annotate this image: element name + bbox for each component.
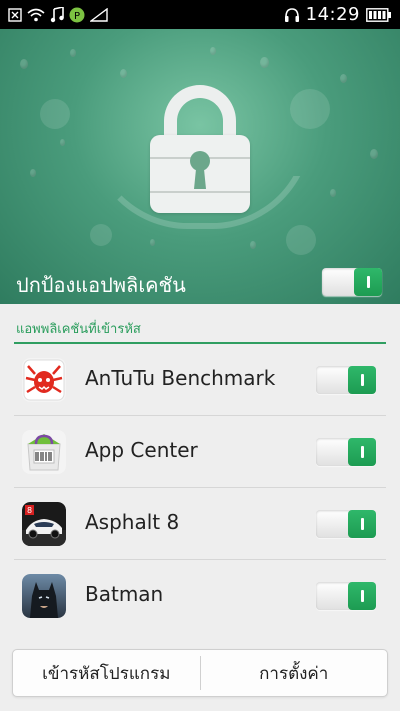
bokeh-decoration (286, 225, 316, 255)
status-right-icons: 14:29 (284, 4, 392, 25)
app-protection-toggle[interactable] (322, 268, 382, 296)
app-row-asphalt-8[interactable]: 8 Asphalt 8 (14, 488, 386, 560)
app-name: AnTuTu Benchmark (85, 366, 276, 390)
app-name: Batman (85, 582, 164, 606)
toggle-knob (354, 268, 382, 296)
headphones-icon (284, 7, 300, 23)
raindrop-decoration (250, 241, 256, 249)
batman-icon (22, 574, 66, 618)
status-left-icons: P (8, 6, 108, 23)
raindrop-decoration (260, 57, 269, 68)
toggle-knob (348, 438, 376, 466)
raindrop-decoration (60, 139, 65, 146)
p-badge-icon: P (69, 7, 85, 23)
raindrop-decoration (30, 169, 36, 177)
raindrop-decoration (20, 59, 28, 69)
close-box-icon (8, 7, 22, 22)
raindrop-decoration (370, 149, 378, 159)
app-name: Asphalt 8 (85, 510, 180, 534)
app-center-icon (22, 430, 66, 474)
wifi-icon (27, 8, 45, 22)
toggle-knob (348, 366, 376, 394)
app-lock-toggle-app-center[interactable] (316, 438, 376, 466)
bokeh-decoration (290, 89, 330, 129)
lock-icon (150, 85, 250, 213)
asphalt-8-icon: 8 (22, 502, 66, 546)
svg-text:P: P (74, 11, 80, 22)
app-lock-toggle-antutu[interactable] (316, 366, 376, 394)
antutu-icon (22, 358, 66, 402)
raindrop-decoration (210, 47, 216, 55)
toggle-knob (348, 582, 376, 610)
raindrop-decoration (120, 69, 127, 78)
music-note-icon (50, 6, 64, 23)
raindrop-decoration (70, 49, 76, 57)
signal-icon (90, 7, 108, 22)
status-bar: P 14:29 (0, 0, 400, 29)
svg-text:8: 8 (27, 506, 32, 515)
app-row-batman[interactable]: Batman (14, 560, 386, 632)
section-header: แอพพลิเคชันที่เข้ารหัส (16, 322, 141, 337)
hero-banner: ปกป้องแอปพลิเคชัน (0, 29, 400, 304)
bottom-button-bar: เข้ารหัสโปรแกรม การตั้งค่า (12, 649, 388, 697)
raindrop-decoration (330, 189, 336, 197)
battery-icon (366, 7, 392, 22)
bokeh-decoration (90, 224, 112, 246)
app-row-antutu[interactable]: AnTuTu Benchmark (14, 344, 386, 416)
app-lock-toggle-asphalt-8[interactable] (316, 510, 376, 538)
bokeh-decoration (40, 99, 70, 129)
app-name: App Center (85, 438, 198, 462)
encrypt-program-button[interactable]: เข้ารหัสโปรแกรม (13, 650, 200, 696)
raindrop-decoration (340, 74, 347, 83)
raindrop-decoration (150, 239, 155, 246)
app-row-app-center[interactable]: App Center (14, 416, 386, 488)
status-time: 14:29 (305, 4, 360, 25)
app-protection-title: ปกป้องแอปพลิเคชัน (16, 273, 186, 297)
app-lock-toggle-batman[interactable] (316, 582, 376, 610)
settings-button[interactable]: การตั้งค่า (201, 650, 388, 696)
toggle-knob (348, 510, 376, 538)
